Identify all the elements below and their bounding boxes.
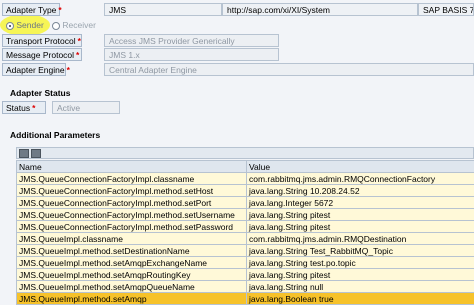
delete-row-icon[interactable]	[31, 149, 41, 158]
param-name[interactable]: JMS.QueueConnectionFactoryImpl.method.se…	[17, 197, 247, 209]
param-value[interactable]: java.lang.String pitest	[247, 269, 474, 281]
param-name[interactable]: JMS.QueueImpl.method.setDestinationName	[17, 245, 247, 257]
additional-parameters-title: Additional Parameters	[10, 130, 100, 140]
sender-radio-label: Sender	[16, 20, 43, 30]
param-value[interactable]: java.lang.String Test_RabbitMQ_Topic	[247, 245, 474, 257]
column-header-value[interactable]: Value	[247, 161, 474, 173]
table-row[interactable]: JMS.QueueConnectionFactoryImpl.method.se…	[17, 197, 474, 209]
param-value[interactable]: com.rabbitmq.jms.admin.RMQDestination	[247, 233, 474, 245]
sender-radio[interactable]: Sender	[6, 20, 44, 30]
receiver-radio-circle[interactable]	[52, 22, 60, 30]
message-protocol-label: Message Protocol*	[2, 48, 82, 61]
param-name[interactable]: JMS.QueueConnectionFactoryImpl.method.se…	[17, 221, 247, 233]
column-header-name[interactable]: Name	[17, 161, 247, 173]
adapter-status-title: Adapter Status	[10, 88, 70, 98]
param-name[interactable]: JMS.QueueImpl.classname	[17, 233, 247, 245]
status-field[interactable]: Active	[52, 101, 120, 114]
adapter-version-field: SAP BASIS 7.40	[418, 3, 474, 16]
param-value[interactable]: java.lang.Integer 5672	[247, 197, 474, 209]
param-name[interactable]: JMS.QueueImpl.method.setAmqpRoutingKey	[17, 269, 247, 281]
adapter-engine-label: Adapter Engine*	[2, 63, 66, 76]
table-row[interactable]: JMS.QueueConnectionFactoryImpl.method.se…	[17, 221, 474, 233]
param-value[interactable]: java.lang.String pitest	[247, 209, 474, 221]
param-value[interactable]: com.rabbitmq.jms.admin.RMQConnectionFact…	[247, 173, 474, 185]
add-row-icon[interactable]	[19, 149, 29, 158]
message-protocol-field[interactable]: JMS 1.x	[104, 48, 279, 61]
param-name[interactable]: JMS.QueueConnectionFactoryImpl.classname	[17, 173, 247, 185]
param-value[interactable]: java.lang.String null	[247, 281, 474, 293]
param-value[interactable]: java.lang.Boolean true	[247, 293, 474, 305]
receiver-radio-label: Receiver	[62, 20, 96, 30]
adapter-type-label: Adapter Type*	[2, 3, 60, 16]
transport-protocol-field[interactable]: Access JMS Provider Generically	[104, 34, 279, 47]
params-toolbar	[16, 147, 474, 159]
status-label: Status*	[2, 101, 46, 114]
adapter-engine-field[interactable]: Central Adapter Engine	[104, 63, 474, 76]
table-row[interactable]: JMS.QueueConnectionFactoryImpl.classname…	[17, 173, 474, 185]
param-value[interactable]: java.lang.String 10.208.24.52	[247, 185, 474, 197]
table-row-selected[interactable]: JMS.QueueImpl.method.setAmqp java.lang.B…	[17, 293, 474, 305]
param-name[interactable]: JMS.QueueImpl.method.setAmqp	[17, 293, 247, 305]
parameters-table: Name Value JMS.QueueConnectionFactoryImp…	[16, 160, 474, 305]
table-row[interactable]: JMS.QueueConnectionFactoryImpl.method.se…	[17, 185, 474, 197]
table-row[interactable]: JMS.QueueImpl.method.setAmqpQueueName ja…	[17, 281, 474, 293]
table-header-row: Name Value	[17, 161, 474, 173]
adapter-type-field[interactable]: JMS	[104, 3, 222, 16]
table-row[interactable]: JMS.QueueImpl.classname com.rabbitmq.jms…	[17, 233, 474, 245]
receiver-radio[interactable]: Receiver	[52, 20, 96, 30]
table-row[interactable]: JMS.QueueImpl.method.setAmqpExchangeName…	[17, 257, 474, 269]
param-name[interactable]: JMS.QueueConnectionFactoryImpl.method.se…	[17, 209, 247, 221]
param-value[interactable]: java.lang.String test.po.topic	[247, 257, 474, 269]
table-row[interactable]: JMS.QueueConnectionFactoryImpl.method.se…	[17, 209, 474, 221]
param-name[interactable]: JMS.QueueImpl.method.setAmqpExchangeName	[17, 257, 247, 269]
param-name[interactable]: JMS.QueueImpl.method.setAmqpQueueName	[17, 281, 247, 293]
param-name[interactable]: JMS.QueueConnectionFactoryImpl.method.se…	[17, 185, 247, 197]
table-row[interactable]: JMS.QueueImpl.method.setAmqpRoutingKey j…	[17, 269, 474, 281]
transport-protocol-label: Transport Protocol*	[2, 34, 82, 47]
sender-radio-circle[interactable]	[6, 22, 14, 30]
table-row[interactable]: JMS.QueueImpl.method.setDestinationName …	[17, 245, 474, 257]
adapter-namespace-field: http://sap.com/xi/XI/System	[222, 3, 418, 16]
param-value[interactable]: java.lang.String pitest	[247, 221, 474, 233]
